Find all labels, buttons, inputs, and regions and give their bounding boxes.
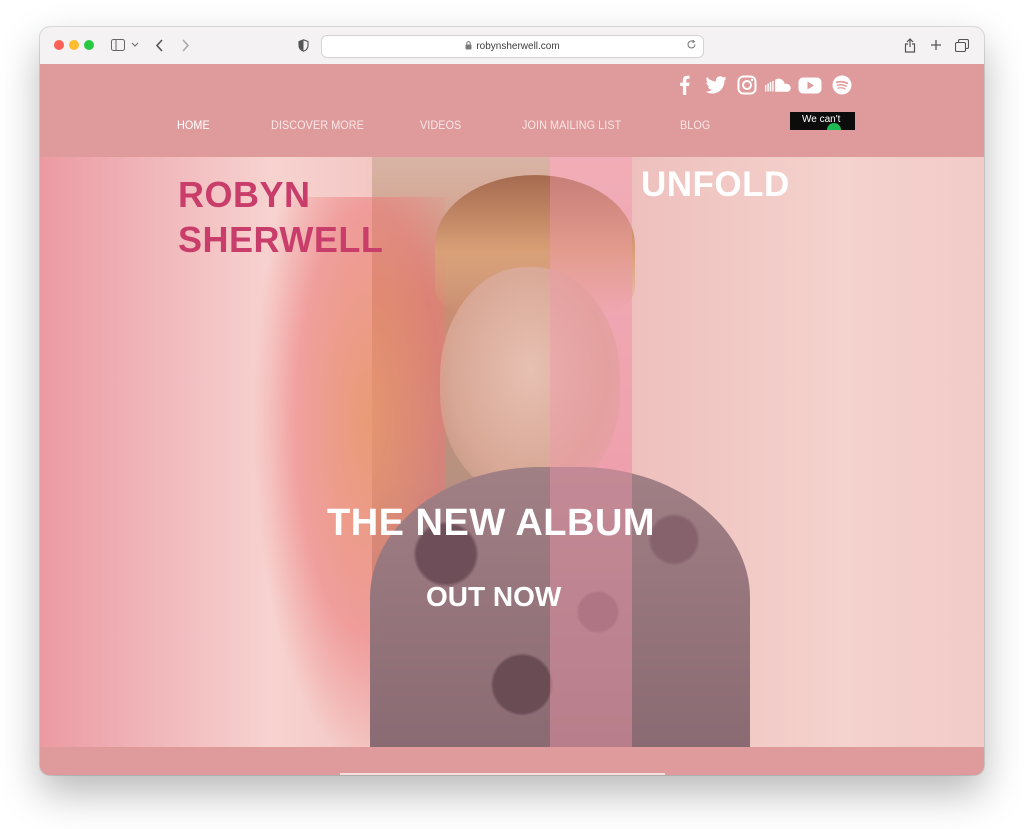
youtube-icon[interactable]: [798, 74, 822, 96]
artist-name-line2: SHERWELL: [178, 219, 384, 260]
chevron-down-icon[interactable]: [130, 35, 140, 55]
hero-photo-tint: [550, 157, 632, 747]
footer-strip: [40, 747, 984, 775]
forward-icon[interactable]: [178, 35, 192, 55]
back-icon[interactable]: [152, 35, 166, 55]
artist-name-line1: ROBYN: [178, 174, 311, 215]
zoom-window-button[interactable]: [84, 40, 94, 50]
sidebar-icon[interactable]: [110, 35, 126, 55]
hero-subheadline[interactable]: OUT NOW: [426, 581, 561, 613]
browser-toolbar: robynsherwell.com: [40, 27, 984, 65]
browser-window: robynsherwell.com HOME DISCOVER MORE VID…: [40, 27, 984, 775]
footer-divider: [340, 773, 665, 775]
nav-discover-more[interactable]: DISCOVER MORE: [271, 118, 364, 132]
artist-name: ROBYN SHERWELL: [178, 172, 383, 262]
spotify-icon[interactable]: [831, 74, 853, 96]
reload-icon[interactable]: [686, 39, 697, 53]
share-icon[interactable]: [902, 35, 918, 55]
hero-headline: THE NEW ALBUM: [327, 502, 656, 544]
instagram-icon[interactable]: [736, 74, 758, 96]
album-title: UNFOLD: [641, 165, 790, 204]
soundcloud-icon[interactable]: [763, 74, 793, 96]
nav-videos[interactable]: VIDEOS: [420, 118, 461, 132]
twitter-icon[interactable]: [704, 74, 728, 96]
spotify-play-icon[interactable]: [827, 123, 841, 130]
address-bar[interactable]: robynsherwell.com: [321, 35, 704, 58]
site-header: HOME DISCOVER MORE VIDEOS JOIN MAILING L…: [40, 64, 984, 157]
nav-join-mailing-list[interactable]: JOIN MAILING LIST: [522, 118, 621, 132]
lock-icon: [465, 40, 472, 53]
minimize-window-button[interactable]: [69, 40, 79, 50]
tab-overview-icon[interactable]: [954, 35, 970, 55]
new-tab-icon[interactable]: [928, 35, 944, 55]
spotify-player-widget[interactable]: We can't: [790, 112, 855, 130]
nav-blog[interactable]: BLOG: [680, 118, 710, 132]
nav-home[interactable]: HOME: [177, 118, 210, 132]
url-text: robynsherwell.com: [476, 41, 560, 52]
close-window-button[interactable]: [54, 40, 64, 50]
privacy-shield-icon[interactable]: [296, 35, 310, 55]
facebook-icon[interactable]: [675, 74, 693, 96]
hero-banner: ROBYN SHERWELL UNFOLD THE NEW ALBUM OUT …: [40, 157, 984, 747]
